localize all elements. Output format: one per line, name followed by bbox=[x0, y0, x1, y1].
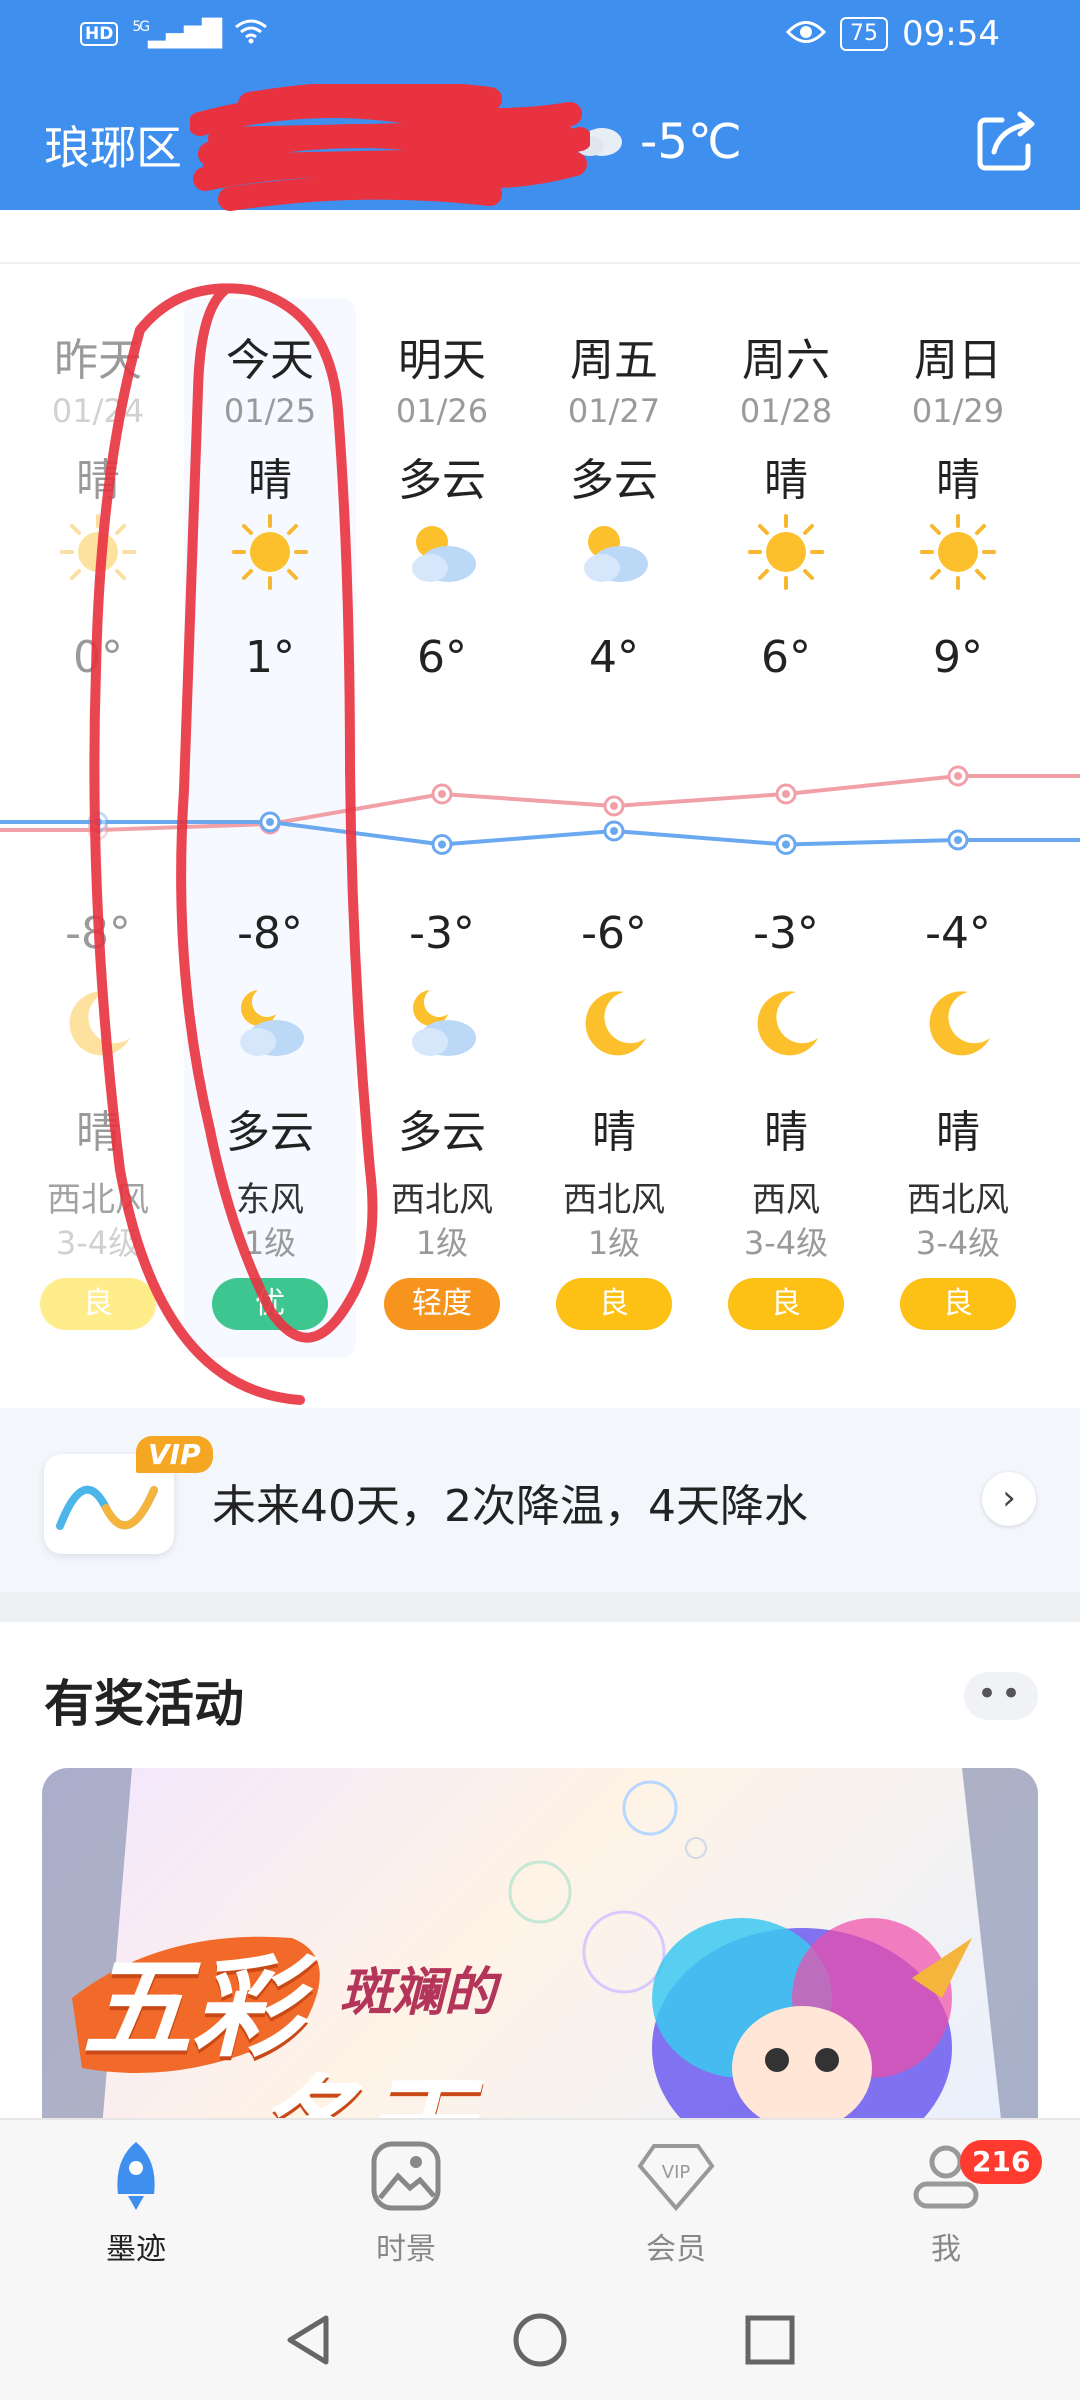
tab-vip[interactable]: VIP 会员 bbox=[576, 2138, 776, 2268]
night-condition: 晴 bbox=[764, 1107, 808, 1158]
banner-text-2: 斑斓的 bbox=[340, 1963, 497, 2023]
bottom-tab-bar: 墨迹 时景 VIP 会员 我 216 bbox=[0, 2118, 1080, 2282]
day-condition: 多云 bbox=[570, 455, 658, 506]
high-temp-line-point-dot bbox=[610, 802, 618, 810]
day-name: 周五 bbox=[570, 335, 658, 386]
vip-forecast-text: 未来40天，2次降温，4天降水 bbox=[212, 1481, 808, 1532]
eye-icon bbox=[785, 14, 827, 54]
day-name: 周日 bbox=[914, 335, 1002, 386]
location-selector[interactable]: 琅琊区 bbox=[44, 112, 182, 178]
sun-cloud-icon bbox=[574, 512, 654, 592]
wind-level: 1级 bbox=[587, 1224, 641, 1262]
recents-icon[interactable] bbox=[740, 2310, 800, 2370]
low-temp-line-point-dot bbox=[610, 827, 618, 835]
aqi-badge: 良 bbox=[728, 1278, 844, 1330]
vip-badge: VIP bbox=[136, 1436, 213, 1473]
rocket-icon bbox=[117, 2142, 155, 2210]
moon-icon bbox=[574, 984, 654, 1064]
aqi-badge: 良 bbox=[900, 1278, 1016, 1330]
banner-text-3: 冬天 bbox=[252, 2064, 472, 2128]
day-condition: 晴 bbox=[936, 455, 980, 506]
activity-banner[interactable]: 五彩 斑斓的 冬天 bbox=[42, 1768, 1038, 2128]
signal-icon: 5G▂▄▆█ bbox=[132, 19, 222, 49]
activities-title: 有奖活动 bbox=[44, 1675, 244, 1733]
high-temp: 6° bbox=[761, 632, 811, 683]
chevron-right-icon[interactable]: › bbox=[982, 1472, 1036, 1526]
network-type: 5G bbox=[132, 19, 150, 35]
wind-direction: 西北风 bbox=[563, 1180, 665, 1220]
wind-level: 3-4级 bbox=[915, 1224, 1001, 1262]
tab-scenery[interactable]: 时景 bbox=[306, 2138, 506, 2268]
high-temp: 9° bbox=[933, 632, 983, 683]
vip-forecast-banner[interactable]: VIP 未来40天，2次降温，4天降水 › bbox=[0, 1408, 1080, 1592]
tab-label: 墨迹 bbox=[106, 2232, 166, 2267]
high-temp-line-point-dot bbox=[954, 772, 962, 780]
aqi-badge: 良 bbox=[556, 1278, 672, 1330]
low-temp-line-point-dot bbox=[782, 840, 790, 849]
day-condition: 晴 bbox=[764, 455, 808, 506]
day-date: 01/29 bbox=[911, 392, 1005, 430]
night-condition: 晴 bbox=[936, 1107, 980, 1158]
high-temp-line-point-dot bbox=[782, 790, 790, 798]
battery-icon: 75 bbox=[840, 17, 889, 51]
wind-direction: 西北风 bbox=[907, 1180, 1009, 1220]
tab-label: 我 bbox=[931, 2232, 961, 2267]
vip-diamond-icon: VIP bbox=[637, 2144, 715, 2212]
day-name: 周六 bbox=[742, 335, 830, 386]
sun-icon bbox=[918, 512, 998, 592]
high-temp-line-point-dot bbox=[438, 790, 446, 798]
tab-label: 会员 bbox=[646, 2232, 706, 2267]
sun-icon bbox=[746, 512, 826, 592]
battery-level: 75 bbox=[850, 21, 879, 46]
status-bar: HD 5G▂▄▆█ 75 09:54 bbox=[0, 0, 1080, 72]
system-navigation-bar bbox=[0, 2280, 1080, 2400]
wifi-icon bbox=[234, 18, 268, 50]
back-icon[interactable] bbox=[280, 2310, 340, 2370]
wind-direction: 西风 bbox=[752, 1180, 820, 1220]
app-header: HD 5G▂▄▆█ 75 09:54 琅琊区 -5℃ bbox=[0, 0, 1080, 211]
low-temp: -4° bbox=[925, 908, 991, 959]
low-temp-line-point-dot bbox=[438, 840, 446, 849]
tab-moji[interactable]: 墨迹 bbox=[36, 2138, 236, 2268]
annotation-circle bbox=[89, 283, 378, 1405]
notification-badge: 216 bbox=[960, 2140, 1043, 2184]
svg-text:VIP: VIP bbox=[662, 2162, 691, 2183]
tab-me[interactable]: 我 216 bbox=[846, 2138, 1046, 2268]
home-icon[interactable] bbox=[510, 2310, 570, 2370]
low-temp-line-point-dot bbox=[954, 836, 962, 844]
redaction-scribble bbox=[190, 84, 590, 211]
section-divider bbox=[0, 1592, 1080, 1622]
clock: 09:54 bbox=[902, 14, 1000, 54]
moon-icon bbox=[746, 984, 826, 1064]
image-icon bbox=[371, 2141, 441, 2211]
divider bbox=[0, 262, 1080, 264]
more-options-button[interactable]: •• bbox=[964, 1672, 1038, 1720]
low-temp: -6° bbox=[581, 908, 647, 959]
moon-icon bbox=[918, 984, 998, 1064]
tab-label: 时景 bbox=[376, 2232, 436, 2267]
high-temp: 4° bbox=[589, 632, 639, 683]
location-name: 琅琊区 bbox=[44, 121, 182, 175]
share-icon[interactable] bbox=[972, 106, 1042, 176]
low-temp: -3° bbox=[753, 908, 819, 959]
night-condition: 晴 bbox=[592, 1107, 636, 1158]
day-date: 01/28 bbox=[739, 392, 833, 430]
day-date: 01/27 bbox=[567, 392, 661, 430]
hd-indicator: HD bbox=[80, 22, 119, 46]
wind-level: 3-4级 bbox=[743, 1224, 829, 1262]
current-temp: -5℃ bbox=[640, 114, 742, 170]
